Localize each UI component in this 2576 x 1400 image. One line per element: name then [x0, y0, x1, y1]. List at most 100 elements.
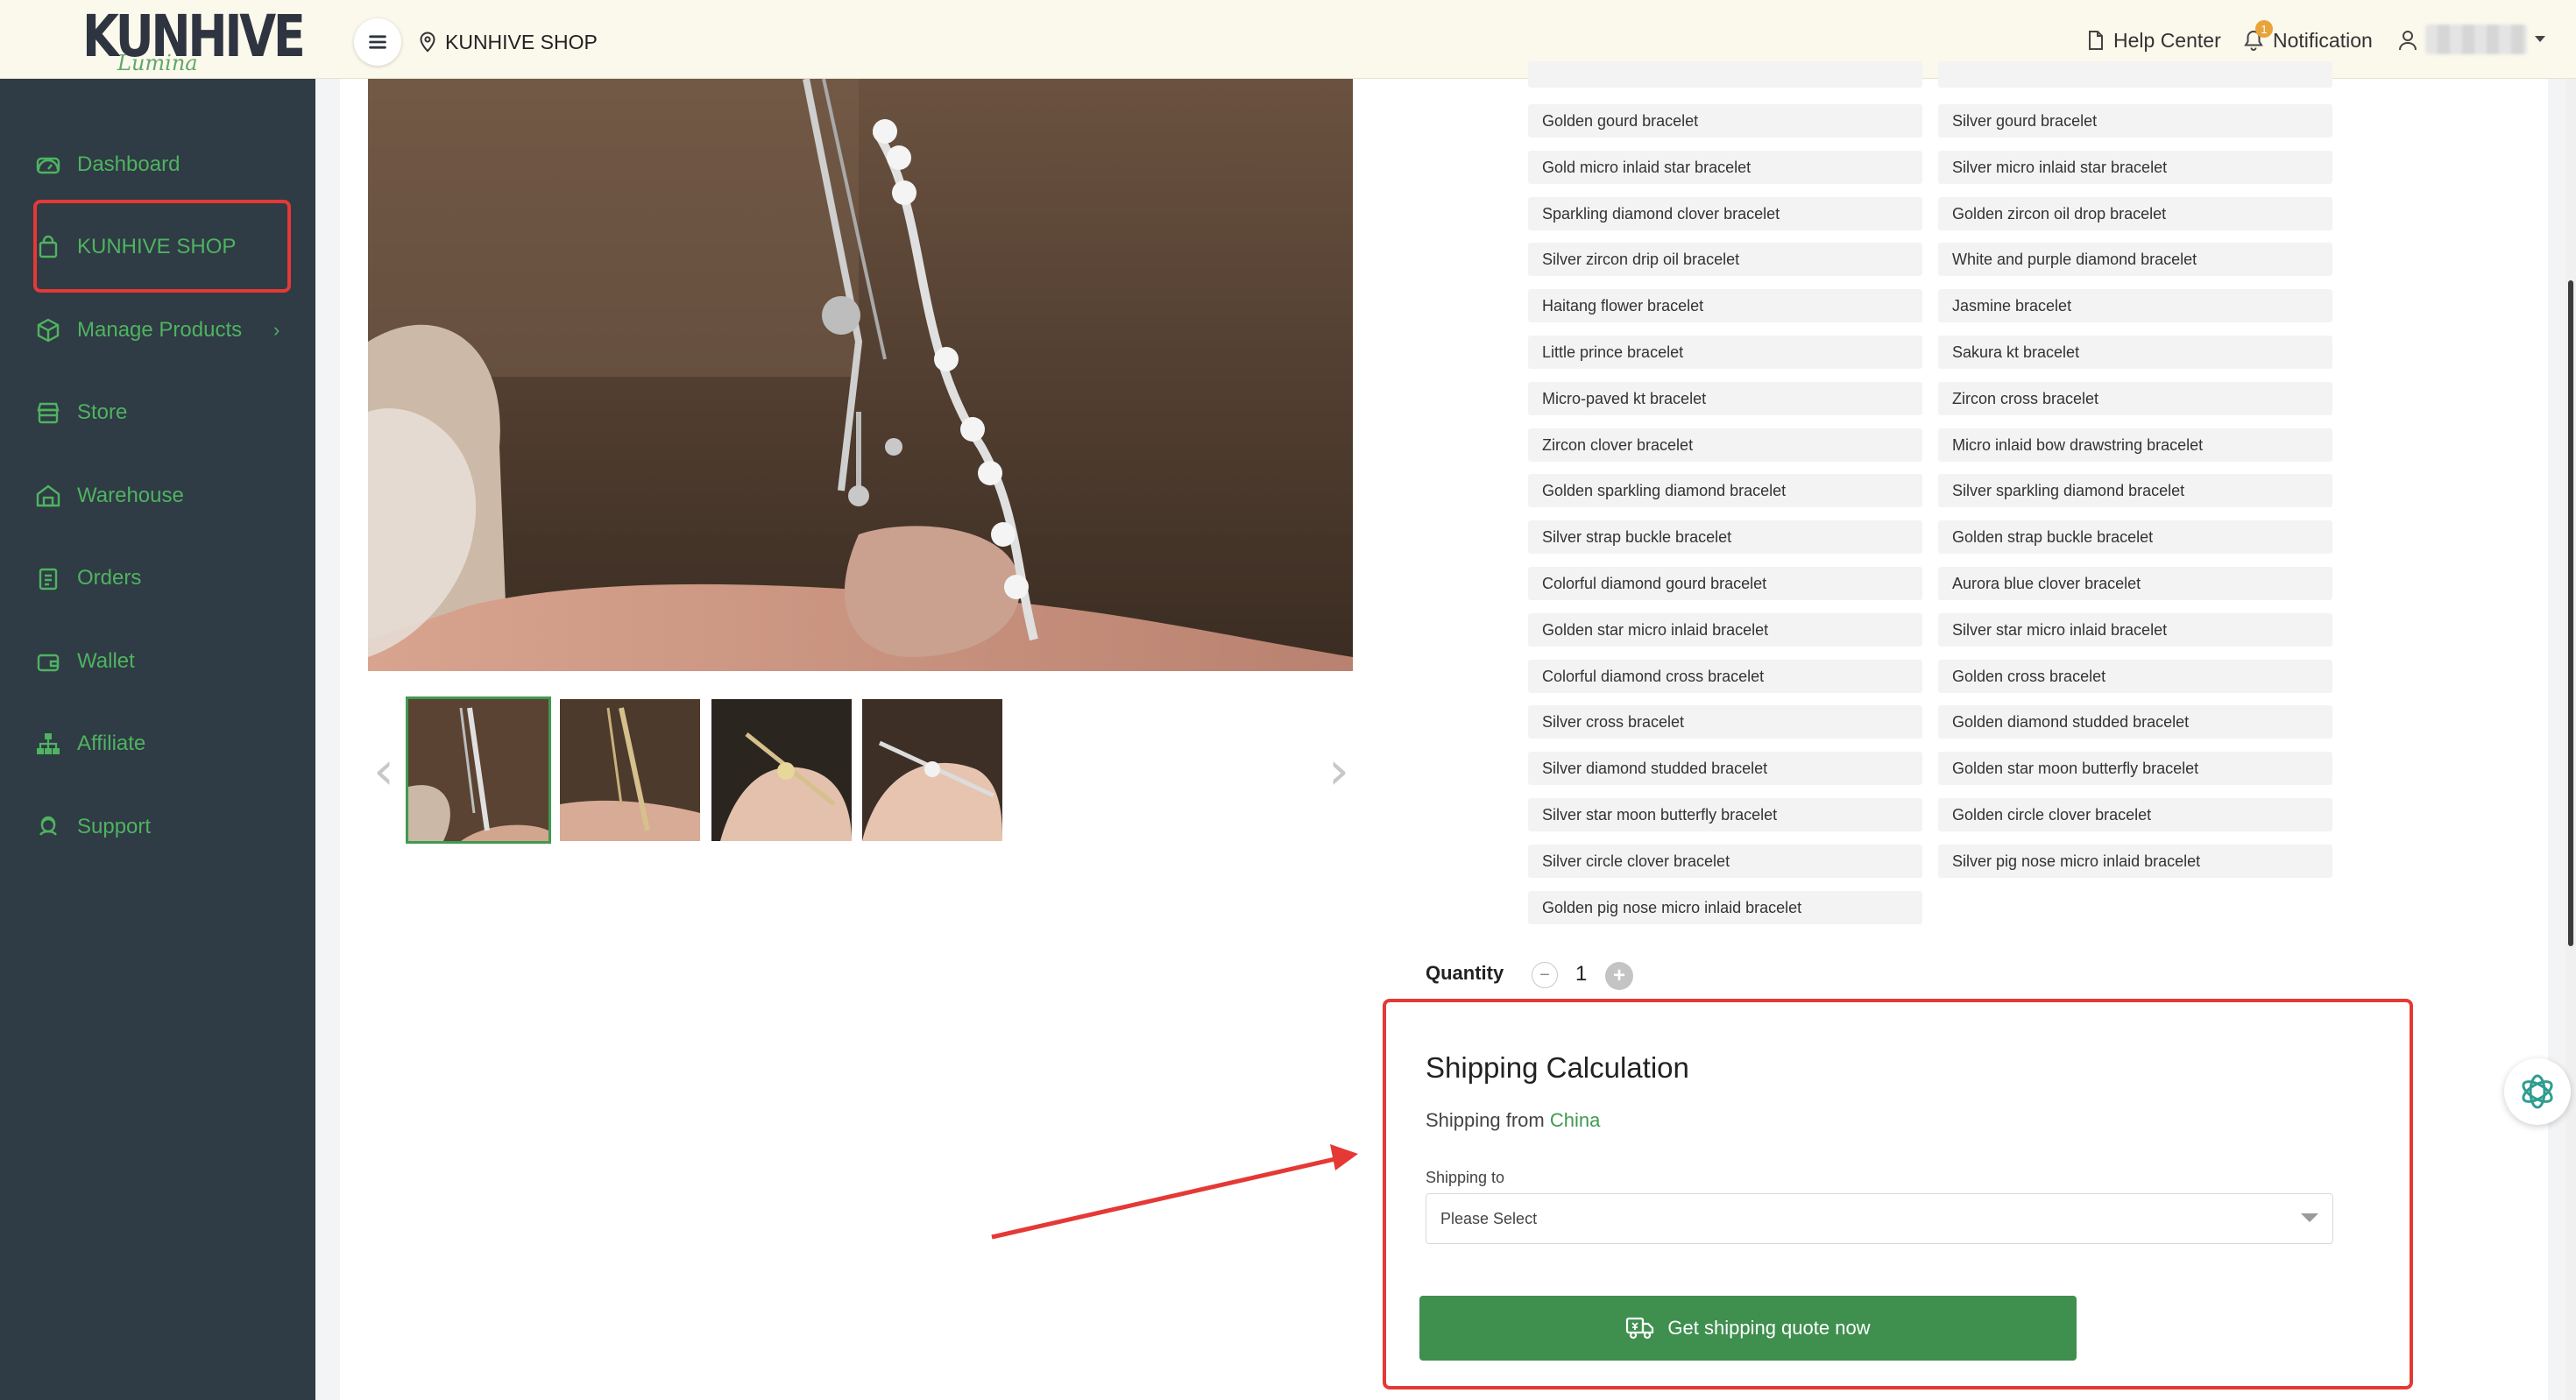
- shipping-to-placeholder: Please Select: [1440, 1209, 1538, 1227]
- variant-option[interactable]: Colorful diamond gourd bracelet: [1528, 567, 1922, 600]
- variant-option[interactable]: Aurora blue clover bracelet: [1938, 567, 2332, 600]
- sidebar-item-support[interactable]: Support: [35, 801, 151, 853]
- variant-option[interactable]: Golden cross bracelet: [1938, 660, 2332, 693]
- variant-option[interactable]: Silver star micro inlaid bracelet: [1938, 613, 2332, 647]
- sidebar-item-label: Affiliate: [77, 732, 146, 755]
- help-center-link[interactable]: Help Center: [2087, 25, 2221, 56]
- ai-assistant-button[interactable]: [2504, 1058, 2571, 1125]
- variant-option[interactable]: Gold micro inlaid star bracelet: [1528, 151, 1922, 184]
- variant-option[interactable]: Silver star moon butterfly bracelet: [1528, 798, 1922, 831]
- variant-option[interactable]: Golden star moon butterfly bracelet: [1938, 752, 2332, 785]
- variant-option[interactable]: Golden diamond studded bracelet: [1938, 705, 2332, 739]
- caret-down-icon: [2301, 1213, 2318, 1222]
- variant-option[interactable]: [1528, 61, 1922, 88]
- variant-option[interactable]: Silver gourd bracelet: [1938, 104, 2332, 138]
- shop-location-label: KUNHIVE SHOP: [445, 30, 598, 53]
- sidebar-item-warehouse[interactable]: Warehouse: [35, 470, 184, 522]
- sidebar-item-label: Warehouse: [77, 484, 184, 507]
- variant-option[interactable]: Golden sparkling diamond bracelet: [1528, 474, 1922, 507]
- support-icon: [39, 816, 57, 836]
- thumbnail-2[interactable]: [560, 699, 700, 841]
- chevron-right-icon[interactable]: ›: [273, 304, 280, 357]
- quantity-value[interactable]: 1: [1575, 962, 1587, 986]
- variant-option[interactable]: Golden strap buckle bracelet: [1938, 520, 2332, 554]
- variant-option[interactable]: Silver strap buckle bracelet: [1528, 520, 1922, 554]
- scrollbar-thumb[interactable]: [2568, 280, 2573, 946]
- variant-option[interactable]: [1938, 61, 2332, 88]
- sidebar-item-manage-products[interactable]: Manage Products: [35, 304, 242, 357]
- hamburger-icon: [369, 35, 386, 49]
- notification-label: Notification: [2273, 28, 2373, 52]
- variant-option[interactable]: Silver pig nose micro inlaid bracelet: [1938, 845, 2332, 878]
- product-main-image[interactable]: [368, 79, 1353, 671]
- prev-image-button[interactable]: ‹: [366, 736, 401, 806]
- sidebar-item-label: Store: [77, 400, 128, 424]
- shipping-quote-icon: [1626, 1317, 1654, 1340]
- shipping-to-select[interactable]: Please Select: [1426, 1193, 2333, 1244]
- variant-option[interactable]: Golden pig nose micro inlaid bracelet: [1528, 891, 1922, 924]
- variant-option[interactable]: Zircon clover bracelet: [1528, 428, 1922, 462]
- variant-option[interactable]: Golden circle clover bracelet: [1938, 798, 2332, 831]
- sidebar-item-label: Manage Products: [77, 318, 243, 342]
- sidebar-item-wallet[interactable]: Wallet: [35, 635, 135, 688]
- document-icon: [2089, 31, 2103, 50]
- thumbnail-3[interactable]: [711, 699, 852, 841]
- variant-option[interactable]: Silver diamond studded bracelet: [1528, 752, 1922, 785]
- variant-option[interactable]: Zircon cross bracelet: [1938, 382, 2332, 415]
- brand-logo[interactable]: KUNHIVE Lumina: [82, 5, 306, 76]
- variant-option[interactable]: Silver cross bracelet: [1528, 705, 1922, 739]
- network-icon: [37, 733, 60, 754]
- sidebar-item-affiliate[interactable]: Affiliate: [35, 718, 145, 770]
- variant-option[interactable]: Little prince bracelet: [1528, 336, 1922, 369]
- thumbnail-1[interactable]: [406, 696, 551, 844]
- variant-option[interactable]: Sparkling diamond clover bracelet: [1528, 197, 1922, 230]
- sidebar-item-label: Wallet: [77, 649, 135, 673]
- quantity-decrement-button[interactable]: −: [1532, 962, 1558, 988]
- shop-location[interactable]: KUNHIVE SHOP: [419, 26, 598, 58]
- map-pin-icon: [420, 32, 435, 53]
- annotation-highlight-shop: [33, 200, 291, 293]
- variant-option[interactable]: Sakura kt bracelet: [1938, 336, 2332, 369]
- quote-button-label: Get shipping quote now: [1667, 1317, 1871, 1339]
- storefront-icon: [37, 402, 60, 424]
- shipping-from: Shipping from China: [1426, 1109, 1600, 1132]
- get-shipping-quote-button[interactable]: Get shipping quote now: [1419, 1296, 2077, 1361]
- variant-option[interactable]: Silver sparkling diamond bracelet: [1938, 474, 2332, 507]
- chevron-down-icon[interactable]: [2534, 35, 2546, 44]
- variant-option[interactable]: Silver zircon drip oil bracelet: [1528, 243, 1922, 276]
- ai-spark-icon: [2522, 1074, 2553, 1109]
- quantity-label: Quantity: [1426, 962, 1504, 984]
- shipping-title: Shipping Calculation: [1426, 1051, 1689, 1084]
- clipboard-icon: [39, 568, 58, 590]
- user-menu[interactable]: [2397, 25, 2418, 56]
- variant-option[interactable]: Golden gourd bracelet: [1528, 104, 1922, 138]
- variant-option[interactable]: Jasmine bracelet: [1938, 289, 2332, 322]
- shipping-from-prefix: Shipping from: [1426, 1109, 1545, 1131]
- variant-option[interactable]: Micro inlaid bow drawstring bracelet: [1938, 428, 2332, 462]
- thumbnail-4[interactable]: [862, 699, 1002, 841]
- warehouse-icon: [36, 484, 60, 507]
- sidebar-item-dashboard[interactable]: Dashboard: [35, 138, 180, 191]
- sidebar-item-label: Dashboard: [77, 152, 180, 176]
- menu-toggle-button[interactable]: [354, 18, 401, 66]
- shipping-to-label: Shipping to: [1426, 1169, 1505, 1186]
- variant-option[interactable]: Golden zircon oil drop bracelet: [1938, 197, 2332, 230]
- variant-option[interactable]: Micro-paved kt bracelet: [1528, 382, 1922, 415]
- variant-option[interactable]: Colorful diamond cross bracelet: [1528, 660, 1922, 693]
- variant-option[interactable]: Silver micro inlaid star bracelet: [1938, 151, 2332, 184]
- next-image-button[interactable]: ›: [1321, 736, 1356, 806]
- gauge-icon: [36, 157, 60, 174]
- variant-option[interactable]: Haitang flower bracelet: [1528, 289, 1922, 322]
- notification-count-badge: 1: [2255, 20, 2273, 38]
- variant-option[interactable]: Silver circle clover bracelet: [1528, 845, 1922, 878]
- help-center-label: Help Center: [2113, 28, 2221, 52]
- notification-link[interactable]: 1 Notification: [2243, 20, 2373, 56]
- box-icon: [37, 318, 60, 343]
- variant-option[interactable]: Golden star micro inlaid bracelet: [1528, 613, 1922, 647]
- quantity-increment-button[interactable]: +: [1605, 962, 1633, 990]
- shipping-from-country: China: [1549, 1109, 1601, 1131]
- variant-option[interactable]: White and purple diamond bracelet: [1938, 243, 2332, 276]
- sidebar-item-store[interactable]: Store: [35, 386, 127, 439]
- user-name-redacted[interactable]: [2425, 25, 2527, 54]
- sidebar-item-orders[interactable]: Orders: [35, 552, 141, 605]
